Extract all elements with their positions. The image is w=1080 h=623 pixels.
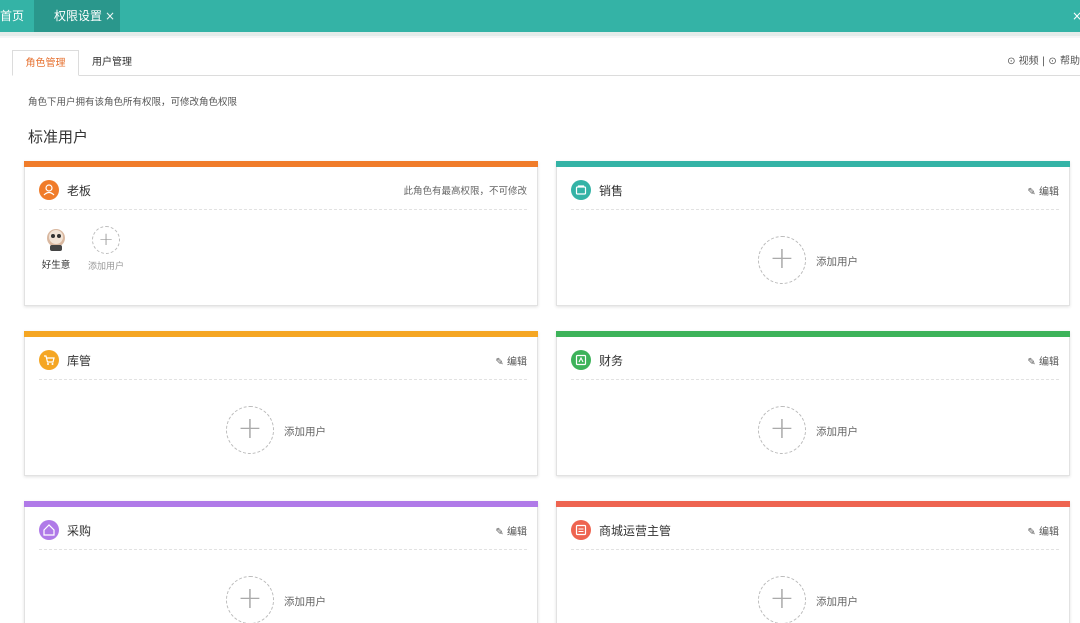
- card-divider: [39, 209, 527, 210]
- store-icon: [571, 520, 591, 540]
- card-color-bar: [24, 501, 538, 507]
- role-card-store-manager: 商城运营主管 ✎ 编辑 + 添加用户: [556, 501, 1070, 623]
- add-user-label: 添加用户: [816, 256, 858, 268]
- card-divider: [571, 209, 1059, 210]
- sales-icon: [571, 180, 591, 200]
- card-color-bar: [556, 331, 1070, 337]
- card-color-bar: [24, 331, 538, 337]
- close-icon[interactable]: ×: [105, 9, 115, 23]
- plus-icon: +: [758, 406, 806, 454]
- edit-button[interactable]: ✎ 编辑: [495, 353, 527, 368]
- add-user-button[interactable]: + 添加用户: [758, 406, 868, 456]
- plus-icon: +: [92, 226, 120, 254]
- role-name: 库管: [67, 354, 92, 368]
- edit-button[interactable]: ✎ 编辑: [495, 523, 527, 538]
- plus-icon: +: [758, 236, 806, 284]
- tab-role-management[interactable]: 角色管理: [12, 50, 79, 76]
- member-item[interactable]: 好生意: [39, 226, 73, 271]
- section-title: 标准用户: [28, 128, 89, 146]
- edit-icon: ✎: [495, 357, 504, 368]
- card-divider: [39, 549, 527, 550]
- role-card-finance: 财务 ✎ 编辑 + 添加用户: [556, 331, 1070, 476]
- add-user-button[interactable]: + 添加用户: [758, 576, 868, 623]
- plus-icon: +: [226, 576, 274, 623]
- edit-label: 编辑: [507, 527, 527, 538]
- card-color-bar: [24, 161, 538, 167]
- edit-button[interactable]: ✎ 编辑: [1027, 353, 1059, 368]
- role-card-purchase: 采购 ✎ 编辑 + 添加用户: [24, 501, 538, 623]
- role-description: 角色下用户拥有该角色所有权限，可修改角色权限: [28, 97, 238, 108]
- edit-icon: ✎: [1027, 187, 1036, 198]
- edit-label: 编辑: [507, 357, 527, 368]
- edit-icon: ✎: [1027, 357, 1036, 368]
- add-user-label: 添加用户: [816, 596, 858, 608]
- member-name: 好生意: [41, 260, 71, 271]
- role-name: 财务: [599, 354, 624, 368]
- role-card-boss: 老板 此角色有最高权限，不可修改 好生意 + 添加用户: [24, 161, 538, 306]
- role-name: 商城运营主管: [599, 524, 672, 538]
- edit-label: 编辑: [1039, 357, 1059, 368]
- card-header: 老板 此角色有最高权限，不可修改: [39, 180, 527, 202]
- play-icon: ⊙: [1007, 56, 1016, 67]
- card-header: 库管 ✎ 编辑: [39, 350, 527, 372]
- help-separator: |: [1041, 56, 1046, 67]
- subtab-divider: [12, 75, 1080, 76]
- video-link[interactable]: 视频: [1019, 56, 1039, 67]
- purchase-icon: [39, 520, 59, 540]
- plus-icon: +: [226, 406, 274, 454]
- finance-icon: [571, 350, 591, 370]
- role-name: 采购: [67, 524, 92, 538]
- avatar: [47, 229, 65, 251]
- card-color-bar: [556, 161, 1070, 167]
- plus-icon: +: [758, 576, 806, 623]
- role-name: 销售: [599, 184, 624, 198]
- role-card-sales: 销售 ✎ 编辑 + 添加用户: [556, 161, 1070, 306]
- top-tab-bar: 首页 权限设置 × ×: [0, 0, 1080, 32]
- edit-button[interactable]: ✎ 编辑: [1027, 183, 1059, 198]
- tab-permission-settings[interactable]: 权限设置 ×: [34, 0, 120, 32]
- user-icon: [39, 180, 59, 200]
- main-panel: 角色管理 用户管理 ⊙ 视频 | ⊙ 帮助 角色下用户拥有该角色所有权限，可修改…: [0, 38, 1080, 623]
- add-user-button[interactable]: + 添加用户: [226, 576, 336, 623]
- role-note: 此角色有最高权限，不可修改: [403, 186, 527, 197]
- add-user-label: 添加用户: [816, 426, 858, 438]
- question-icon: ⊙: [1048, 56, 1057, 67]
- card-header: 财务 ✎ 编辑: [571, 350, 1059, 372]
- tab-permission-settings-label: 权限设置: [54, 9, 103, 23]
- tab-user-management[interactable]: 用户管理: [90, 50, 134, 76]
- help-links: ⊙ 视频 | ⊙ 帮助: [1007, 52, 1080, 67]
- card-divider: [571, 549, 1059, 550]
- edit-icon: ✎: [1027, 527, 1036, 538]
- add-user-label: 添加用户: [87, 262, 124, 272]
- add-user-label: 添加用户: [284, 426, 326, 438]
- role-card-warehouse: 库管 ✎ 编辑 + 添加用户: [24, 331, 538, 476]
- card-divider: [571, 379, 1059, 380]
- edit-label: 编辑: [1039, 187, 1059, 198]
- add-user-label: 添加用户: [284, 596, 326, 608]
- topbar-divider: [0, 32, 1080, 36]
- edit-button[interactable]: ✎ 编辑: [1027, 523, 1059, 538]
- close-all-tabs-icon[interactable]: ×: [1072, 0, 1080, 32]
- card-divider: [39, 379, 527, 380]
- edit-label: 编辑: [1039, 527, 1059, 538]
- card-header: 采购 ✎ 编辑: [39, 520, 527, 542]
- card-color-bar: [556, 501, 1070, 507]
- cart-icon: [39, 350, 59, 370]
- add-user-button[interactable]: + 添加用户: [81, 226, 131, 272]
- add-user-button[interactable]: + 添加用户: [758, 236, 868, 286]
- help-link[interactable]: 帮助: [1060, 56, 1080, 67]
- role-name: 老板: [67, 184, 92, 198]
- edit-icon: ✎: [495, 527, 504, 538]
- add-user-button[interactable]: + 添加用户: [226, 406, 336, 456]
- card-header: 销售 ✎ 编辑: [571, 180, 1059, 202]
- card-header: 商城运营主管 ✎ 编辑: [571, 520, 1059, 542]
- tab-home[interactable]: 首页: [0, 0, 34, 32]
